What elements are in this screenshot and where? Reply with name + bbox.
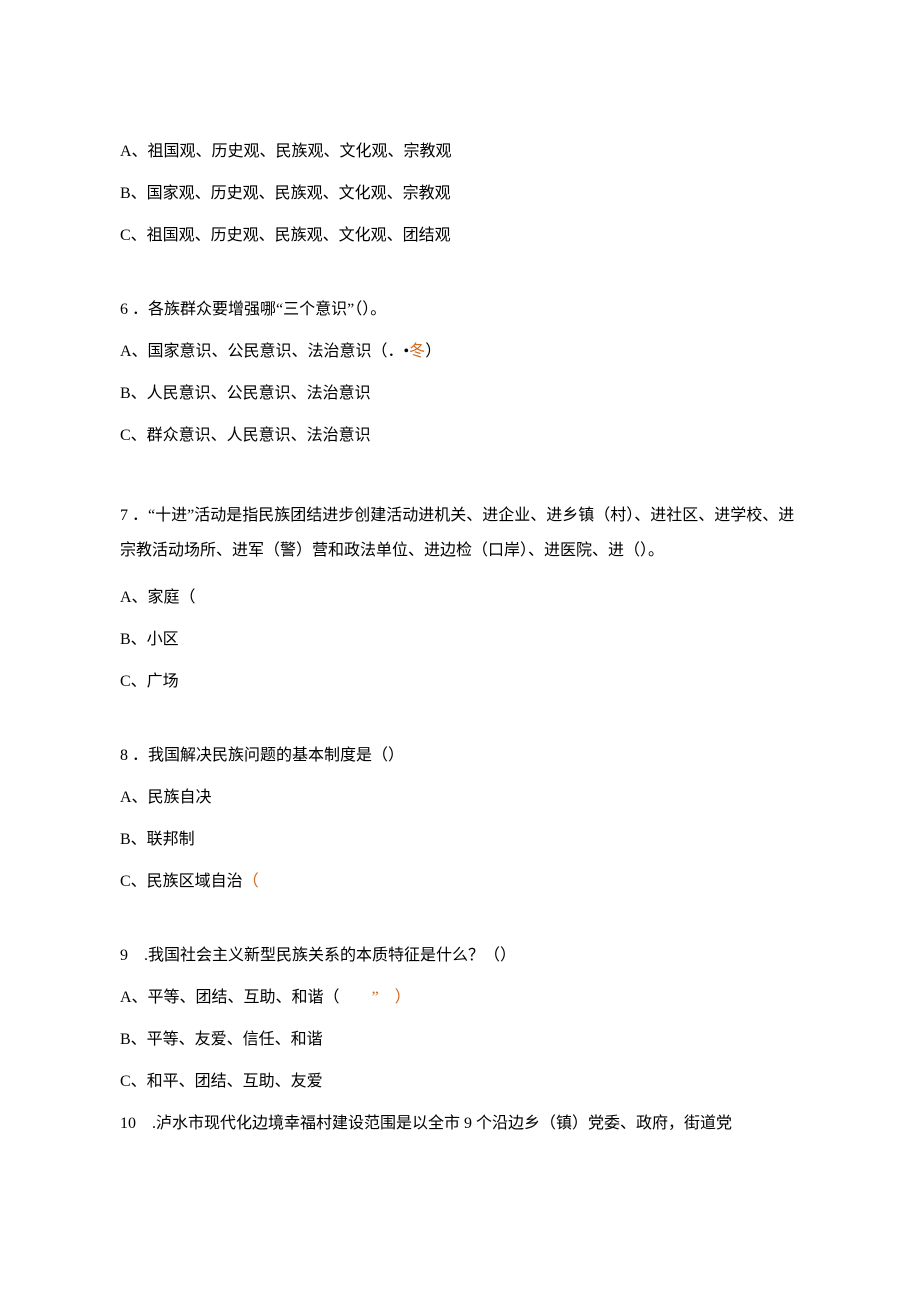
q8-option-c-annotation: （ [243, 873, 259, 890]
q6-option-a-suffix: ） [425, 343, 441, 360]
q6-option-a-annotation: 冬 [409, 343, 425, 360]
q8-option-a: A、民族自决 [120, 786, 800, 810]
q6-stem: 6 ．各族群众要增强哪“三个意识”（）。 [120, 298, 800, 322]
q7-option-b: B、小区 [120, 628, 800, 652]
q7-option-a: A、家庭（ [120, 586, 800, 610]
q7-stem: 7 ．“十进”活动是指民族团结进步创建活动进机关、进企业、进乡镇（村）、进社区、… [120, 498, 800, 568]
q5-option-a: A、祖国观、历史观、民族观、文化观、宗教观 [120, 140, 800, 164]
q9-option-a-prefix: A、平等、团结、互助、和谐（ [120, 989, 372, 1006]
q9-option-b: B、平等、友爱、信任、和谐 [120, 1028, 800, 1052]
q8-option-c: C、民族区域自治（ [120, 870, 800, 894]
q9-option-a-annotation: ” ） [372, 989, 411, 1006]
q10-stem: 10 .泸水市现代化边境幸福村建设范围是以全市 9 个沿边乡（镇）党委、政府，街… [120, 1112, 800, 1136]
q6-option-a-prefix: A、国家意识、公民意识、法治意识（．• [120, 343, 409, 360]
q5-option-b: B、国家观、历史观、民族观、文化观、宗教观 [120, 182, 800, 206]
q9-option-a: A、平等、团结、互助、和谐（ ” ） [120, 986, 800, 1010]
q6-option-a: A、国家意识、公民意识、法治意识（．•冬） [120, 340, 800, 364]
q6-option-b: B、人民意识、公民意识、法治意识 [120, 382, 800, 406]
document-page: A、祖国观、历史观、民族观、文化观、宗教观 B、国家观、历史观、民族观、文化观、… [0, 0, 920, 1301]
q6-option-c: C、群众意识、人民意识、法治意识 [120, 424, 800, 448]
q8-option-c-prefix: C、民族区域自治 [120, 873, 243, 890]
q7-option-c: C、广场 [120, 670, 800, 694]
q8-stem: 8 ．我国解决民族问题的基本制度是（） [120, 744, 800, 768]
q9-stem: 9 .我国社会主义新型民族关系的本质特征是什么？（） [120, 944, 800, 968]
q8-option-b: B、联邦制 [120, 828, 800, 852]
q9-option-c: C、和平、团结、互助、友爱 [120, 1070, 800, 1094]
q5-option-c: C、祖国观、历史观、民族观、文化观、团结观 [120, 224, 800, 248]
